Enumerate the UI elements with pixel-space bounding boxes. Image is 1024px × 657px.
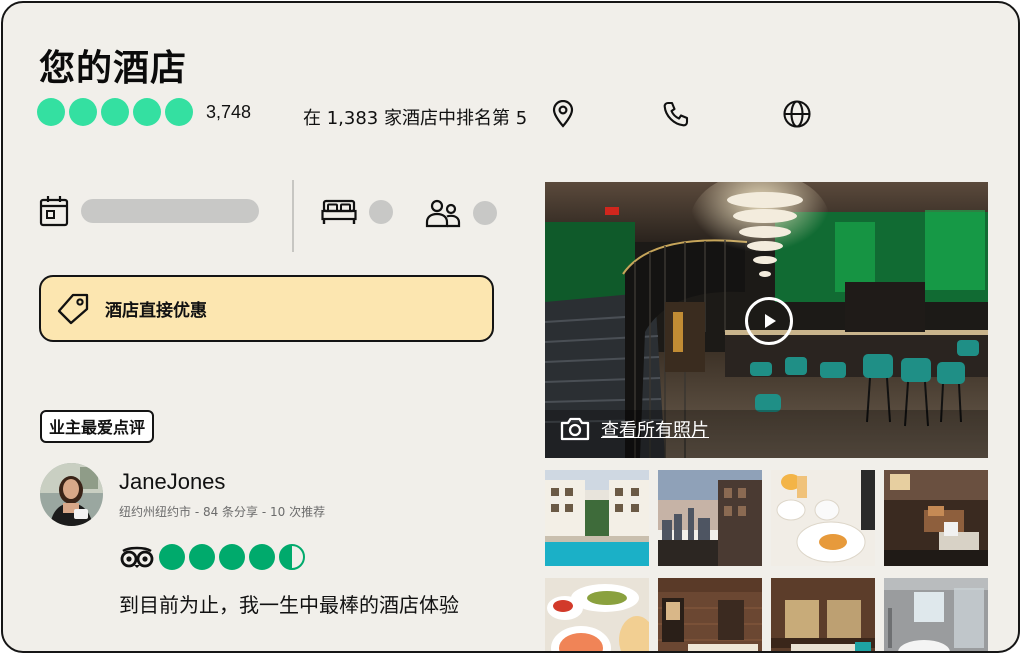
rating-bubble	[69, 98, 97, 126]
review-bubble	[189, 544, 215, 570]
hotel-rating[interactable]: 3,748	[37, 98, 251, 126]
guests-icon	[425, 199, 461, 228]
reviewer-avatar[interactable]	[40, 463, 103, 526]
reviewer-name[interactable]: JaneJones	[119, 469, 225, 495]
globe-icon[interactable]	[781, 99, 813, 129]
date-placeholder-bar	[81, 199, 259, 223]
photo-thumbnail-food[interactable]	[545, 578, 649, 651]
review-bubble	[249, 544, 275, 570]
see-all-photos-link[interactable]: 查看所有照片	[559, 416, 709, 442]
hotel-title: 您的酒店	[39, 48, 188, 89]
review-rating	[119, 544, 305, 570]
review-bubble	[159, 544, 185, 570]
reviewer-meta: 纽约州纽约市 - 84 条分享 - 10 次推荐	[119, 505, 326, 519]
direct-deal-button[interactable]: 酒店直接优惠	[39, 275, 494, 342]
photo-thumbnail-city[interactable]	[658, 470, 762, 566]
bed-icon	[321, 199, 357, 224]
hotel-card: 您的酒店 3,748 在 1,383 家酒店中排名第 5 酒店直接优惠 业主最爱…	[1, 1, 1020, 653]
photo-thumbnail-bathroom[interactable]	[884, 578, 988, 651]
rating-bubble	[101, 98, 129, 126]
camera-icon	[560, 417, 590, 441]
play-icon	[765, 314, 776, 328]
rooms-selector[interactable]	[321, 198, 393, 226]
photo-thumbnail-pool[interactable]	[545, 470, 649, 566]
photo-thumbnail-lounge[interactable]	[884, 470, 988, 566]
photo-thumbnail-bedroom-brick[interactable]	[658, 578, 762, 651]
review-bubble-half	[279, 544, 305, 570]
review-count[interactable]: 3,748	[206, 102, 251, 123]
review-quote[interactable]: 到目前为止，我一生中最棒的酒店体验	[119, 589, 459, 618]
rating-bubble	[165, 98, 193, 126]
map-pin-icon[interactable]	[548, 99, 578, 129]
review-bubble	[219, 544, 245, 570]
guests-selector[interactable]	[425, 198, 497, 228]
rating-bubble	[37, 98, 65, 126]
date-picker[interactable]	[39, 195, 259, 227]
photo-thumbnail-breakfast[interactable]	[771, 470, 875, 566]
see-all-photos-label: 查看所有照片	[601, 420, 709, 441]
calendar-icon	[39, 196, 69, 227]
photo-thumbnail-bedroom[interactable]	[771, 578, 875, 651]
deal-label: 酒店直接优惠	[105, 301, 207, 321]
review-badge: 业主最爱点评	[40, 410, 155, 443]
guests-placeholder-dot	[473, 201, 497, 225]
divider	[292, 180, 294, 252]
hotel-ranking: 在 1,383 家酒店中排名第 5	[303, 108, 528, 129]
rating-bubble	[133, 98, 161, 126]
price-tag-icon	[57, 293, 89, 324]
play-video-button[interactable]	[745, 297, 793, 345]
phone-icon[interactable]	[660, 99, 692, 129]
rooms-placeholder-dot	[369, 200, 393, 224]
tripadvisor-owl-icon	[120, 546, 154, 568]
